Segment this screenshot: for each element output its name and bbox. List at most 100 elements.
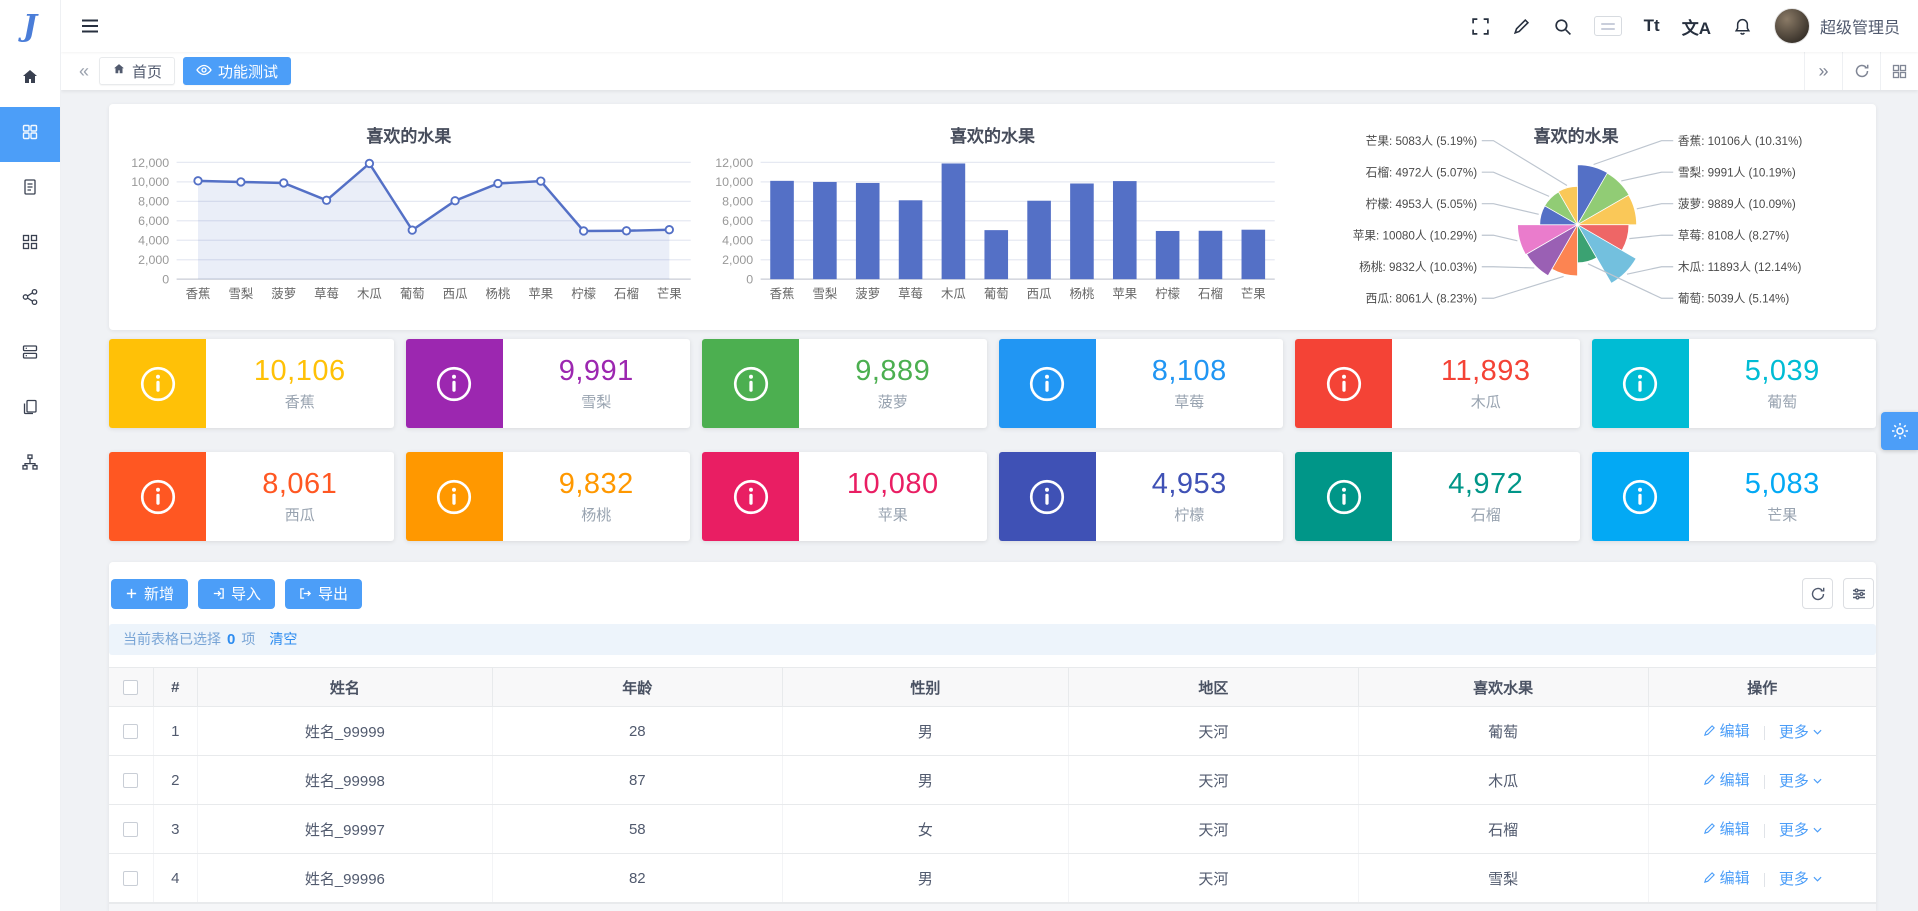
sidebar-item-home[interactable] xyxy=(0,52,60,107)
gear-icon xyxy=(1891,423,1908,439)
row-checkbox[interactable] xyxy=(123,724,139,740)
row-name: 姓名_99998 xyxy=(197,755,493,805)
svg-text:柠檬: 柠檬 xyxy=(1155,286,1180,301)
row-index: 4 xyxy=(153,853,198,903)
card-value: 10,106 xyxy=(253,355,346,387)
more-link[interactable]: 更多 xyxy=(1779,819,1822,840)
tab-refresh-icon[interactable] xyxy=(1842,52,1880,90)
stat-card: 10,080 苹果 xyxy=(702,452,987,541)
row-fruit: 木瓜 xyxy=(1358,755,1649,805)
svg-text:雪梨: 雪梨 xyxy=(812,287,837,301)
card-label: 芒果 xyxy=(1767,507,1798,524)
notification-bell-icon[interactable] xyxy=(1733,17,1752,36)
svg-text:西瓜: 西瓜 xyxy=(443,287,468,301)
more-link[interactable]: 更多 xyxy=(1779,721,1822,742)
tab-label: 首页 xyxy=(132,63,163,81)
brush-icon[interactable] xyxy=(1512,17,1531,36)
card-value: 11,893 xyxy=(1440,355,1531,387)
svg-text:香蕉: 香蕉 xyxy=(186,287,211,301)
edit-link[interactable]: 编辑 xyxy=(1703,867,1750,888)
svg-text:10,000: 10,000 xyxy=(131,175,169,189)
sidebar-item-database[interactable] xyxy=(0,327,60,382)
card-label: 菠萝 xyxy=(877,394,908,411)
sidebar-item-cluster[interactable] xyxy=(0,272,60,327)
tabs-scroll-left-icon[interactable]: « xyxy=(69,61,99,82)
row-fruit: 葡萄 xyxy=(1358,706,1649,756)
svg-text:柠檬: 柠檬 xyxy=(571,286,596,301)
copy-pages-icon xyxy=(20,397,40,422)
row-checkbox[interactable] xyxy=(123,773,139,789)
avatar[interactable] xyxy=(1773,8,1810,44)
column-settings-button[interactable] xyxy=(1843,578,1874,609)
tabs-scroll-right-icon[interactable]: » xyxy=(1804,52,1842,90)
tab-function-test[interactable]: 功能测试 xyxy=(183,57,292,85)
row-checkbox[interactable] xyxy=(123,822,139,838)
app-root: J Tt 文A 超级管理员 « 首页 功能测试 » 喜欢的水果 0 2,000 … xyxy=(0,0,1918,911)
col-region: 地区 xyxy=(1068,667,1359,707)
export-button[interactable]: 导出 xyxy=(285,578,363,609)
select-all-checkbox[interactable] xyxy=(123,680,139,696)
card-label: 杨桃 xyxy=(581,507,612,524)
add-button-label: 新增 xyxy=(144,586,175,603)
stat-card: 9,889 菠萝 xyxy=(702,339,987,428)
divider xyxy=(1763,824,1765,839)
svg-text:0: 0 xyxy=(746,272,753,286)
clear-selection-link[interactable]: 清空 xyxy=(269,624,297,655)
font-size-icon[interactable]: Tt xyxy=(1644,16,1660,36)
svg-text:雪梨: 9991人 (10.19%): 雪梨: 9991人 (10.19%) xyxy=(1678,165,1796,179)
edit-link[interactable]: 编辑 xyxy=(1703,720,1750,741)
info-icon xyxy=(1295,452,1392,541)
col-index: # xyxy=(153,667,198,707)
col-gender: 性别 xyxy=(782,667,1069,707)
fullscreen-icon[interactable] xyxy=(1471,17,1490,36)
edit-link[interactable]: 编辑 xyxy=(1703,818,1750,839)
user-name[interactable]: 超级管理员 xyxy=(1820,14,1900,38)
chart-title: 喜欢的水果 xyxy=(1533,127,1619,146)
more-link[interactable]: 更多 xyxy=(1779,770,1822,791)
menu-toggle-icon[interactable] xyxy=(81,18,99,34)
row-index: 1 xyxy=(153,706,198,756)
selected-count: 0 xyxy=(227,631,236,648)
app-logo[interactable]: J xyxy=(0,0,60,52)
svg-text:6,000: 6,000 xyxy=(722,214,753,228)
search-icon[interactable] xyxy=(1553,17,1572,36)
tab-options-grid-icon[interactable] xyxy=(1880,52,1918,90)
svg-text:葡萄: 葡萄 xyxy=(400,287,425,301)
card-value: 10,080 xyxy=(846,468,939,500)
sidebar-item-active-module[interactable] xyxy=(0,107,60,162)
mini-badge[interactable] xyxy=(1593,16,1622,36)
table-row: 2 姓名_99998 87 男 天河 木瓜 编辑 更多 xyxy=(109,755,1876,805)
sidebar-item-tree[interactable] xyxy=(0,437,60,492)
tab-home[interactable]: 首页 xyxy=(99,57,176,85)
card-label: 草莓 xyxy=(1174,394,1205,411)
card-label: 苹果 xyxy=(877,507,908,524)
settings-drawer-button[interactable] xyxy=(1881,412,1918,450)
more-link[interactable]: 更多 xyxy=(1779,868,1822,889)
bar-chart: 0 2,000 4,000 6,000 8,000 10,000 12,000 香蕉 雪梨 菠萝 草… xyxy=(715,156,1275,301)
apps-icon xyxy=(20,122,40,147)
refresh-table-button[interactable] xyxy=(1802,578,1833,609)
svg-text:草莓: 草莓 xyxy=(314,287,339,301)
sidebar: J xyxy=(0,0,61,911)
svg-text:10,000: 10,000 xyxy=(715,175,753,189)
svg-text:木瓜: 11893人 (12.14%): 木瓜: 11893人 (12.14%) xyxy=(1678,261,1802,274)
sidebar-item-docs[interactable] xyxy=(0,162,60,217)
home-icon xyxy=(20,67,40,92)
svg-text:雪梨: 雪梨 xyxy=(228,287,253,301)
row-checkbox[interactable] xyxy=(123,871,139,887)
stat-card: 9,832 杨桃 xyxy=(405,452,690,541)
bar-chart-container: 喜欢的水果 0 2,000 4,000 6,000 8,000 10,000 12,000 香… xyxy=(701,114,1285,330)
divider xyxy=(1763,726,1765,741)
sidebar-item-pages[interactable] xyxy=(0,382,60,437)
svg-text:石榴: 石榴 xyxy=(614,287,639,301)
col-actions: 操作 xyxy=(1648,667,1876,707)
add-button[interactable]: 新增 xyxy=(111,578,189,609)
import-button[interactable]: 导入 xyxy=(198,578,276,609)
translate-icon[interactable]: 文A xyxy=(1682,14,1711,39)
sidebar-item-modules[interactable] xyxy=(0,217,60,272)
row-name: 姓名_99997 xyxy=(197,804,493,854)
row-age: 87 xyxy=(492,755,783,805)
stat-card: 4,953 柠檬 xyxy=(998,452,1283,541)
server-icon xyxy=(20,342,40,367)
edit-link[interactable]: 编辑 xyxy=(1703,769,1750,790)
